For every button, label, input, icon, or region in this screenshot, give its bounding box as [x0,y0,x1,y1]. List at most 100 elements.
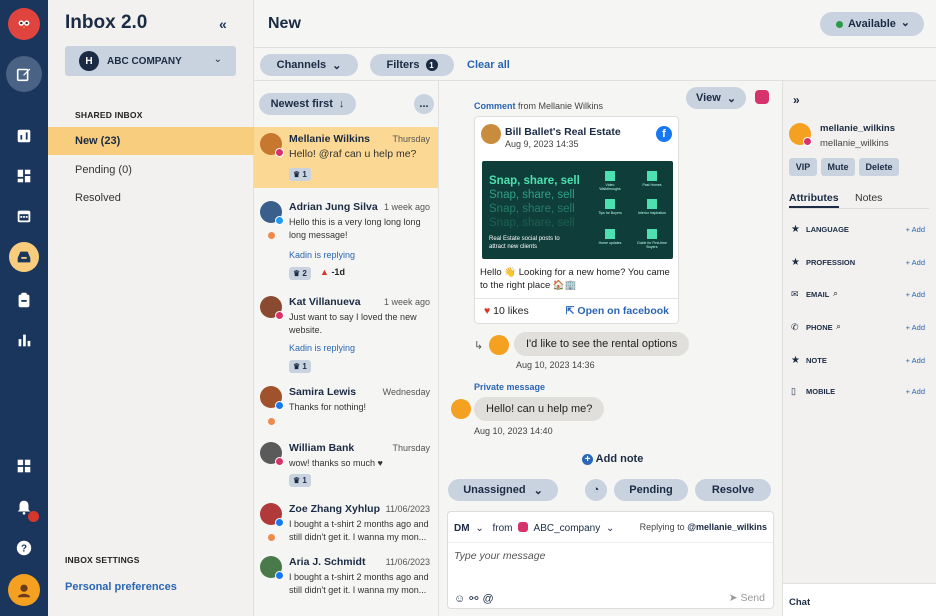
add-attribute-button[interactable]: + Add [906,356,925,365]
channels-dropdown[interactable]: Channels ⌄ [260,54,358,76]
add-note-button[interactable]: + Add note [582,453,643,465]
tab-attributes[interactable]: Attributes [789,192,839,208]
replying-to: Replying to @mellanie_wilkins [640,522,767,532]
filters-button[interactable]: Filters 1 [370,54,454,76]
nav-item-new[interactable]: New (23) [48,127,254,155]
attribute-label: PROFESSION [806,258,856,267]
external-link-icon: ⇱ [565,305,575,317]
emoji-icon[interactable]: ☺ [454,593,469,605]
star-icon: ★ [791,355,800,366]
vip-button[interactable]: VIP [789,158,817,176]
expand-panel-icon[interactable]: » [793,93,800,107]
search-icon[interactable]: ⌕ [833,288,838,299]
likes-label: 10 likes [493,305,529,317]
count-value: 1 [302,170,307,179]
chevron-down-icon: ⌄ [475,523,484,534]
list-item[interactable]: Aria J. Schmidt 11/06/2023 I bought a t-… [254,550,438,604]
open-on-facebook-link[interactable]: ⇱ Open on facebook [566,305,669,317]
contact-name: Aria J. Schmidt [289,556,366,568]
clear-all-link[interactable]: Clear all [467,59,510,71]
inbox-icon[interactable] [9,242,39,272]
top-bar: New Available ⌄ [254,0,936,48]
page-title: New [268,15,301,32]
tab-notes[interactable]: Notes [855,192,882,204]
conversation-time: 1 week ago [383,202,430,212]
reply-bubble: I'd like to see the rental options [514,332,690,356]
clipboard-icon[interactable] [8,284,40,316]
add-attribute-button[interactable]: + Add [906,290,925,299]
list-item[interactable]: William Bank Thursday wow! thanks so muc… [254,436,438,494]
company-name: ABC COMPANY [107,55,182,67]
compose-icon[interactable] [6,56,42,92]
channel-type-dropdown[interactable]: DM [454,523,470,534]
unread-dot [268,418,275,425]
attribute-mobile: ▯ MOBILE + Add [791,385,929,399]
banner-tile: Home updates [595,229,625,245]
status-dot [836,20,843,28]
list-item[interactable]: Kat Villanueva 1 week ago Just want to s… [254,290,438,374]
account-selector[interactable]: ABC_company [534,523,601,534]
star-icon: ★ [791,224,800,235]
more-options-button[interactable]: ... [414,94,434,114]
nav-item-pending[interactable]: Pending (0) [48,156,254,184]
add-attribute-button[interactable]: + Add [906,225,925,234]
availability-dropdown[interactable]: Available ⌄ [820,12,924,36]
send-button[interactable]: ➤ Send [729,592,765,604]
conversation-time: 11/06/2023 [385,504,430,514]
snooze-icon[interactable]: ◔ [585,479,607,501]
unread-dot [268,232,275,239]
pending-button[interactable]: Pending [614,479,688,501]
facebook-post-card: Bill Ballet's Real Estate Aug 9, 2023 14… [474,116,679,324]
chat-tab[interactable]: Chat [789,597,810,608]
contact-name: mellanie_wilkins [820,123,895,134]
calendar-icon[interactable] [8,200,40,232]
personal-preferences-link[interactable]: Personal preferences [65,581,177,593]
send-label: Send [740,592,765,604]
comment-header: Comment from Mellanie Wilkins [474,101,603,111]
reply-time: Aug 10, 2023 14:36 [516,360,595,370]
mute-button[interactable]: Mute [821,158,855,176]
apps-icon[interactable] [8,450,40,482]
inbox-nav-panel: Inbox 2.0 « H ABC COMPANY ⌄ SHARED INBOX… [48,0,254,616]
view-dropdown[interactable]: View ⌄ [686,87,746,109]
add-attribute-button[interactable]: + Add [906,258,925,267]
facebook-icon: f [656,126,672,142]
list-item[interactable]: Samira Lewis Wednesday Thanks for nothin… [254,380,438,434]
post-image: Snap, share, sell Snap, share, sell Snap… [482,161,673,259]
delete-button[interactable]: Delete [859,158,899,176]
availability-label: Available [848,18,896,30]
add-attribute-button[interactable]: + Add [906,323,925,332]
help-icon[interactable]: ? [8,532,40,564]
user-avatar-icon[interactable] [8,574,40,606]
link-icon[interactable]: ⚯ [469,593,482,605]
search-icon[interactable]: ⌕ [836,321,841,332]
assignee-dropdown[interactable]: Unassigned ⌄ [448,479,558,501]
analytics-icon[interactable] [8,324,40,356]
sort-dropdown[interactable]: Newest first ↓ [259,93,356,115]
app-rail: ? [0,0,48,616]
count-chip: ♛ 1 [289,474,311,487]
attachment-icon[interactable]: @ [482,593,497,605]
list-item[interactable]: Adrian Jung Silva 1 week ago Hello this … [254,195,438,285]
reports-icon[interactable] [8,120,40,152]
notification-badge [28,511,39,522]
resolve-button[interactable]: Resolve [695,479,771,501]
count-chip: ♛ 2 [289,267,311,280]
message-preview: wow! thanks so much ♥ [289,458,383,468]
add-attribute-button[interactable]: + Add [906,387,925,396]
private-time: Aug 10, 2023 14:40 [474,426,553,436]
dashboard-icon[interactable] [8,160,40,192]
company-selector[interactable]: H ABC COMPANY ⌄ [65,46,236,76]
post-date: Aug 9, 2023 14:35 [505,139,579,149]
message-preview: I bought a t-shirt 2 months ago and stil… [289,572,429,595]
message-input[interactable]: Type your message [454,550,545,562]
banner-tile: Past Homes [637,171,667,187]
double-chevron-left-icon[interactable]: « [219,16,227,32]
contact-name: Mellanie Wilkins [289,133,371,145]
nav-item-resolved[interactable]: Resolved [48,184,254,212]
message-preview: I bought a t-shirt 2 months ago and stil… [289,519,429,542]
list-item[interactable]: Mellanie Wilkins Thursday Hello! @raf ca… [254,127,438,188]
owl-logo-icon[interactable] [8,8,40,40]
notifications-icon[interactable] [8,491,40,523]
list-item[interactable]: Zoe Zhang Xyhlup 11/06/2023 I bought a t… [254,497,438,551]
